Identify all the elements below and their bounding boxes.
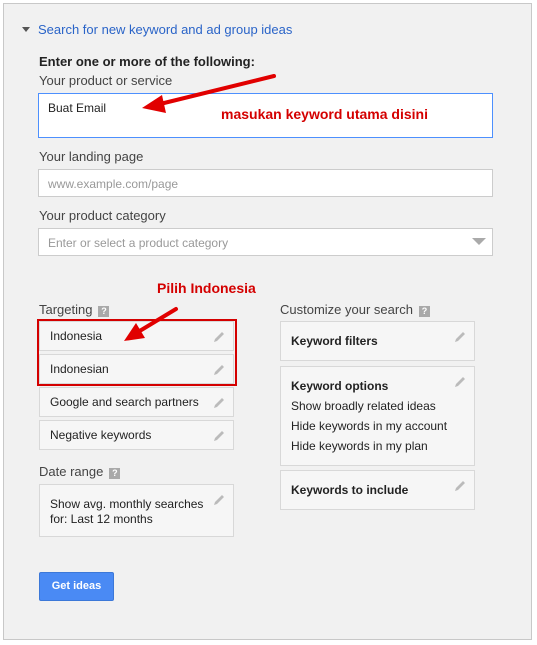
arrow-to-product-input [158, 74, 276, 106]
arrow-to-indonesia [136, 307, 178, 334]
arrow-head-icon [142, 95, 166, 113]
annotation-arrows [124, 74, 276, 341]
